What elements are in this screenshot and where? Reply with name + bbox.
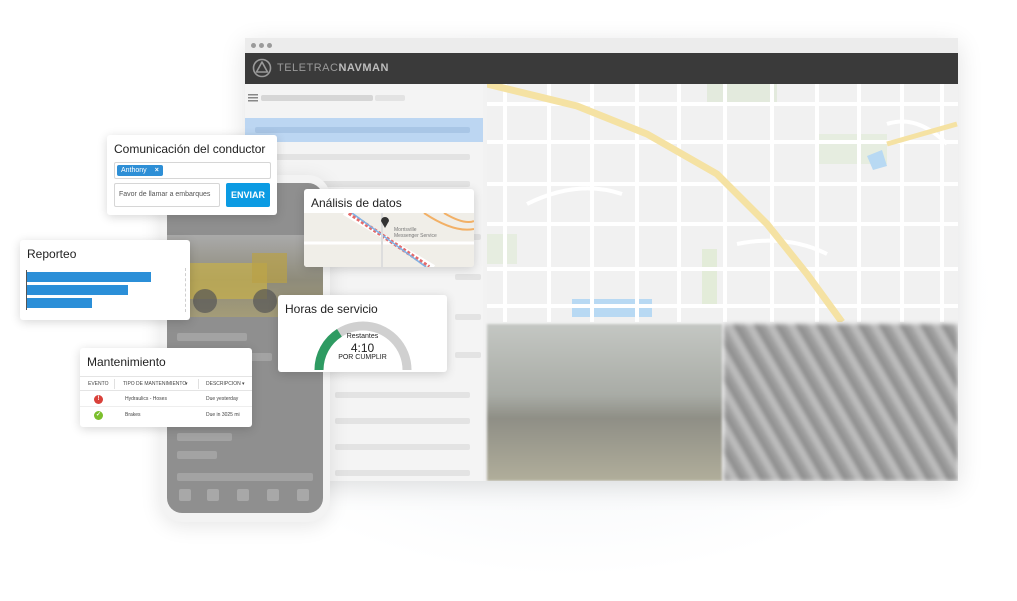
mobile-list-placeholder (177, 451, 217, 459)
mobile-nav-button[interactable] (207, 489, 219, 501)
map-label: Morrisville Messenger Service (394, 227, 437, 239)
column-divider (114, 379, 115, 389)
list-placeholder (455, 352, 481, 358)
camera-view-road[interactable] (487, 324, 722, 481)
recipient-name: Anthony (121, 167, 147, 174)
card-title: Análisis de datos (311, 196, 402, 210)
brand-name: TELETRACNAVMAN (277, 62, 389, 74)
mobile-nav-button[interactable] (297, 489, 309, 501)
card-title: Horas de servicio (285, 302, 378, 316)
teletrac-logo-icon (252, 58, 272, 78)
reporting-card: Reporteo (20, 240, 190, 320)
list-placeholder (335, 418, 470, 424)
fleet-map[interactable] (487, 84, 958, 322)
column-header-type[interactable]: TIPO DE MANTENIMIENTO (123, 381, 186, 387)
map-pin-icon[interactable] (380, 215, 390, 228)
list-placeholder (455, 314, 481, 320)
window-dot (259, 43, 264, 48)
column-divider (198, 379, 199, 389)
maintenance-description: Due yesterday (206, 396, 239, 402)
message-input[interactable]: Favor de llamar a embarques (114, 183, 220, 207)
mobile-nav-button[interactable] (179, 489, 191, 501)
list-placeholder (335, 392, 470, 398)
card-title: Comunicación del conductor (114, 142, 266, 156)
table-row[interactable]: ✓ Brakes Due in 3025 mi (80, 408, 252, 423)
brand-right: NAVMAN (338, 62, 389, 74)
send-button[interactable]: ENVIAR (226, 183, 270, 207)
search-placeholder-bar[interactable] (261, 95, 373, 101)
analysis-map[interactable]: Morrisville Messenger Service (304, 213, 474, 267)
maintenance-type: Brakes (125, 412, 141, 418)
maintenance-description: Due in 3025 mi (206, 412, 240, 418)
card-title: Mantenimiento (87, 355, 166, 369)
column-header-event[interactable]: EVENTO (88, 381, 108, 387)
recipient-tag[interactable]: Anthony × (117, 165, 163, 176)
list-placeholder (375, 95, 405, 101)
window-dot (267, 43, 272, 48)
maintenance-type: Hydraulics - Hoses (125, 396, 167, 402)
map-label-2: Messenger Service (394, 233, 437, 239)
camera-view-aerial[interactable] (724, 324, 958, 481)
mobile-nav-button[interactable] (267, 489, 279, 501)
mobile-list-placeholder (177, 333, 247, 341)
table-header: EVENTO TIPO DE MANTENIMIENTO ▾ DESCRIPCI… (80, 376, 252, 391)
data-analysis-card: Análisis de datos Morrisville Messenger S… (304, 189, 474, 267)
mobile-list-placeholder (177, 473, 313, 481)
list-placeholder (255, 154, 470, 160)
driver-communication-card: Comunicación del conductor Anthony × Favo… (107, 135, 277, 215)
recipient-field[interactable]: Anthony × (114, 162, 271, 179)
chart-gridline (185, 268, 186, 312)
status-label: POR CUMPLIR (338, 354, 387, 361)
list-placeholder (335, 470, 470, 476)
maintenance-card: Mantenimiento EVENTO TIPO DE MANTENIMIEN… (80, 348, 252, 427)
remaining-label: Restantes (346, 333, 379, 340)
mobile-list-placeholder (177, 433, 232, 441)
ok-status-icon: ✓ (94, 411, 103, 420)
mobile-nav-button[interactable] (237, 489, 249, 501)
hours-of-service-card: Horas de servicio Restantes 4:10 POR CUM… (278, 295, 447, 372)
list-placeholder (335, 444, 470, 450)
app-header: TELETRACNAVMAN (245, 53, 958, 84)
report-bar (27, 298, 92, 308)
browser-chrome (245, 38, 958, 53)
sort-caret-icon[interactable]: ▾ (185, 381, 188, 387)
close-icon[interactable]: × (155, 167, 159, 174)
list-placeholder (255, 127, 470, 133)
hamburger-menu-icon[interactable] (248, 94, 258, 102)
list-placeholder (455, 274, 481, 280)
alert-status-icon: ! (94, 395, 103, 404)
table-row[interactable]: ! Hydraulics - Hoses Due yesterday (80, 392, 252, 407)
column-header-description[interactable]: DESCRIPCION (206, 381, 241, 387)
brand-left: TELETRAC (277, 62, 339, 74)
card-title: Reporteo (27, 247, 77, 261)
window-dot (251, 43, 256, 48)
remaining-time: 4:10 (350, 341, 375, 355)
report-bar (27, 272, 151, 282)
report-bar (27, 285, 128, 295)
sort-caret-icon[interactable]: ▾ (242, 381, 245, 387)
map-roads (487, 84, 958, 322)
